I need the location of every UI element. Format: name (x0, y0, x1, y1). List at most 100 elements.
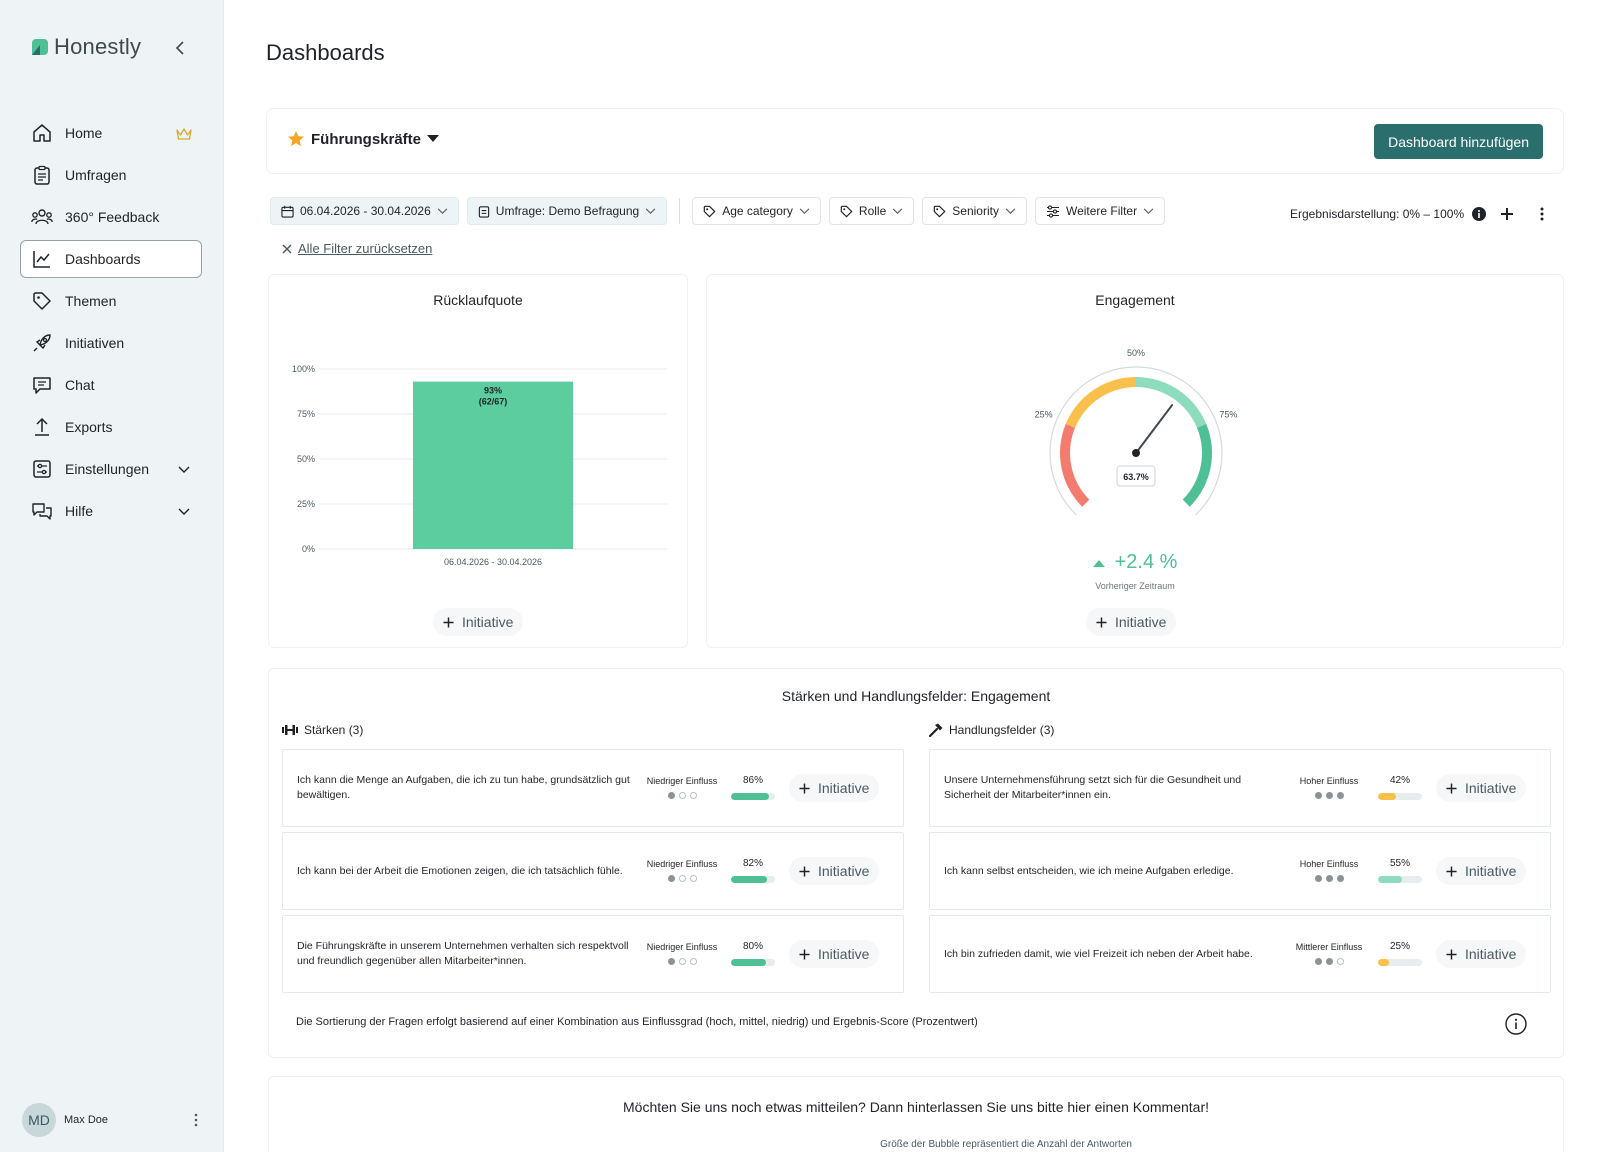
survey-filter[interactable]: Umfrage: Demo Befragung (466, 197, 668, 225)
row-initiative-button[interactable]: Initiative (1436, 940, 1527, 968)
y-tick-label: 0% (302, 544, 315, 554)
impact-dot (1336, 875, 1344, 882)
sidebar-item-einstellungen[interactable]: Einstellungen (20, 450, 202, 488)
strengths-row: Ich kann bei der Arbeit die Emotionen ze… (282, 832, 904, 910)
sidebar-item-home[interactable]: Home (20, 114, 202, 152)
sorting-note: Die Sortierung der Fragen erfolgt basier… (296, 1016, 978, 1028)
impact-dot (689, 958, 697, 965)
engagement-trend: +2.4 % (707, 551, 1563, 574)
initiative-label: Initiative (1465, 946, 1517, 962)
plus-icon (1446, 782, 1457, 794)
sidebar-item-hilfe[interactable]: Hilfe (20, 492, 202, 530)
plus-icon (443, 616, 454, 628)
question-text: Unsere Unternehmensführung setzt sich fü… (944, 774, 1242, 801)
sidebar-item-chat[interactable]: Chat (20, 366, 202, 404)
y-tick-label: 50% (297, 454, 315, 464)
impact-dot (1336, 958, 1344, 965)
seniority-filter[interactable]: Seniority (922, 197, 1027, 225)
sidebar-item-dashboards[interactable]: Dashboards (20, 240, 202, 278)
settings-icon (31, 458, 53, 480)
sidebar-item-label: Home (65, 125, 103, 141)
calendar-icon (281, 205, 294, 218)
add-dashboard-button[interactable]: Dashboard hinzufügen (1374, 124, 1543, 159)
impact-dots (1288, 875, 1370, 882)
initiative-label: Initiative (818, 780, 870, 796)
sidebar-item-umfragen[interactable]: Umfragen (20, 156, 202, 194)
gauge-band-mint (1136, 377, 1207, 428)
role-filter[interactable]: Rolle (828, 197, 915, 225)
dumbbell-icon (282, 725, 298, 735)
row-initiative-button[interactable]: Initiative (789, 857, 880, 885)
row-initiative-button[interactable]: Initiative (789, 940, 880, 968)
date-range-label: 06.04.2026 - 30.04.2026 (300, 204, 431, 218)
score-bar-fill (731, 959, 767, 966)
impact-dot (1314, 792, 1322, 799)
initiative-label: Initiative (1465, 780, 1517, 796)
impact-dot (1336, 792, 1344, 799)
score-bar-fill (731, 876, 768, 883)
survey-label: Umfrage: Demo Befragung (495, 204, 640, 218)
add-icon[interactable] (1500, 207, 1514, 221)
question-text: Ich kann bei der Arbeit die Emotionen ze… (297, 864, 623, 877)
trend-up-icon (1092, 559, 1105, 567)
user-name: Max Doe (64, 1114, 109, 1126)
chevron-down-icon (645, 207, 656, 214)
sidebar-item-exports[interactable]: Exports (20, 408, 202, 446)
avatar: MD (22, 1103, 56, 1137)
collapse-sidebar-button[interactable] (170, 38, 190, 58)
score-bar (1378, 959, 1422, 966)
plus-icon (1446, 948, 1457, 960)
dashboard-name: Führungskräfte (311, 130, 422, 148)
impact-level: Niedriger Einfluss (641, 942, 723, 965)
gauge-pivot (1132, 449, 1140, 457)
help-icon (31, 500, 53, 522)
engagement-initiative-button[interactable]: Initiative (1086, 608, 1177, 636)
fields-header-label: Handlungsfelder (3) (949, 723, 1055, 737)
row-initiative-button[interactable]: Initiative (789, 774, 880, 802)
impact-label: Niedriger Einfluss (646, 942, 718, 952)
sidebar-item-themen[interactable]: Themen (20, 282, 202, 320)
impact-dot (1314, 875, 1322, 882)
hammer-icon (929, 723, 943, 737)
row-initiative-button[interactable]: Initiative (1436, 774, 1527, 802)
score-percent: 55% (1389, 858, 1410, 869)
x-tick-label: 06.04.2026 - 30.04.2026 (444, 557, 542, 567)
plus-icon (799, 782, 810, 794)
engagement-title: Engagement (1095, 292, 1175, 308)
question-text: Ich kann die Menge an Aufgaben, die ich … (297, 774, 630, 801)
plus-icon (799, 865, 810, 877)
chevron-down-icon (1005, 207, 1016, 214)
age-category-filter[interactable]: Age category (692, 197, 821, 225)
info-circle-icon[interactable] (1505, 1013, 1527, 1035)
y-tick-label: 100% (292, 364, 315, 374)
chat-icon (31, 374, 53, 396)
strengths-row: Die Führungskräfte in unserem Unternehme… (282, 915, 904, 993)
bar-data-label: (62/67) (479, 397, 508, 407)
bar-data-label: 93% (484, 386, 502, 396)
info-icon[interactable] (1472, 207, 1487, 221)
more-options-icon[interactable] (1540, 207, 1544, 221)
y-tick-label: 75% (297, 409, 315, 419)
row-initiative-button[interactable]: Initiative (1436, 857, 1527, 885)
more-filters-button[interactable]: Weitere Filter (1034, 197, 1166, 225)
sidebar-item-360-feedback[interactable]: 360° Feedback (20, 198, 202, 236)
score-percent: 42% (1389, 775, 1410, 786)
sidebar-item-initiativen[interactable]: Initiativen (20, 324, 202, 362)
page-title: Dashboards (266, 40, 385, 65)
response-rate-initiative-button[interactable]: Initiative (433, 608, 524, 636)
sidebar-item-label: Umfragen (65, 167, 127, 183)
user-profile[interactable]: MD Max Doe (22, 1103, 202, 1137)
bar (412, 381, 574, 549)
date-range-filter[interactable]: 06.04.2026 - 30.04.2026 (270, 197, 459, 225)
user-menu-icon[interactable] (190, 1111, 202, 1129)
result-range: Ergebnisdarstellung: 0% – 100% (1290, 207, 1544, 221)
sidebar-item-label: Dashboards (65, 251, 141, 267)
app-logo[interactable]: Honestly (30, 34, 141, 60)
impact-label: Hoher Einfluss (1299, 859, 1359, 869)
fields-row: Ich bin zufrieden damit, wie viel Freize… (929, 915, 1551, 993)
dashboard-selector[interactable]: Führungskräfte (287, 130, 440, 148)
plus-icon (1446, 865, 1457, 877)
reset-filters-link[interactable]: Alle Filter zurücksetzen (282, 241, 432, 256)
impact-dot (678, 792, 686, 799)
impact-dot (678, 875, 686, 882)
